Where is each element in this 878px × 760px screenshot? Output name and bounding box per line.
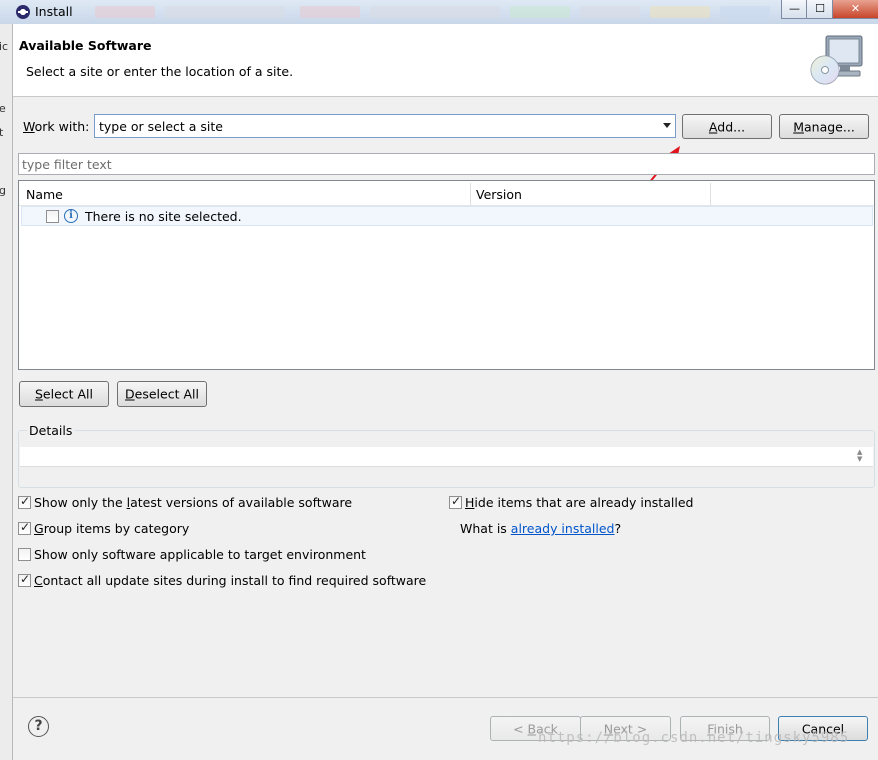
label-text: Show only the xyxy=(34,495,127,510)
mnemonic: H xyxy=(465,495,475,510)
label-text: roup items by category xyxy=(43,521,190,536)
blurred-background xyxy=(95,6,155,18)
filter-placeholder: type filter text xyxy=(22,157,112,172)
minimize-button[interactable]: — xyxy=(781,0,808,19)
label-text: ork with: xyxy=(34,119,90,134)
option-label: Show only the latest versions of availab… xyxy=(34,495,352,510)
row-label: There is no site selected. xyxy=(85,209,242,224)
help-icon[interactable]: ? xyxy=(28,716,49,737)
manage-button[interactable]: Manage... xyxy=(779,114,869,139)
add-button-label: Add... xyxy=(683,119,771,134)
site-combo[interactable]: type or select a site xyxy=(94,114,676,138)
option-checkbox[interactable] xyxy=(18,494,31,509)
close-button[interactable]: ✕ xyxy=(832,0,878,19)
blurred-background xyxy=(510,6,570,18)
edge-text: ic xyxy=(0,40,9,53)
label-text: ide items that are already installed xyxy=(474,495,694,510)
option-latest-versions[interactable]: Show only the latest versions of availab… xyxy=(18,494,438,511)
column-divider[interactable] xyxy=(470,183,471,205)
close-icon: ✕ xyxy=(850,2,861,15)
spinner-arrows-icon[interactable]: ▲ ▼ xyxy=(857,449,862,463)
option-target-environment[interactable]: Show only software applicable to target … xyxy=(18,547,438,563)
what-is-installed-text: What is already installed? xyxy=(460,521,621,536)
watermark-text: https://blog.csdn.net/tingsky5985 xyxy=(538,730,850,746)
label-text: elect All xyxy=(42,386,94,402)
site-combo-value: type or select a site xyxy=(99,119,223,134)
option-checkbox[interactable] xyxy=(18,520,31,535)
edge-text: t xyxy=(0,126,4,139)
label-text: < xyxy=(513,721,528,736)
minimize-icon: — xyxy=(789,2,800,15)
software-tree[interactable]: Name Version i There is no site selected… xyxy=(18,180,875,370)
label-text: ontact all update sites during install t… xyxy=(42,573,427,588)
page-title: Available Software xyxy=(19,38,152,53)
mnemonic: S xyxy=(34,386,43,402)
cd-monitor-icon xyxy=(810,35,863,85)
row-checkbox[interactable] xyxy=(46,210,59,223)
page-description: Select a site or enter the location of a… xyxy=(26,64,294,79)
manage-button-label: Manage... xyxy=(780,119,868,134)
maximize-button[interactable]: ☐ xyxy=(806,0,834,19)
label-text: dd... xyxy=(717,119,746,134)
mnemonic: D xyxy=(125,386,135,402)
edge-text: g xyxy=(0,184,6,197)
option-group-by-category[interactable]: Group items by category xyxy=(18,520,438,537)
option-label: Group items by category xyxy=(34,521,189,536)
label-text: eselect All xyxy=(134,386,199,402)
option-checkbox[interactable] xyxy=(449,494,462,509)
blurred-background xyxy=(165,6,285,18)
option-label: Hide items that are already installed xyxy=(465,495,693,510)
column-divider[interactable] xyxy=(710,183,711,205)
label-text: atest versions of available software xyxy=(130,495,353,510)
label-text: anage... xyxy=(804,119,855,134)
edge-text: e xyxy=(0,102,6,115)
chevron-down-icon[interactable] xyxy=(663,123,671,128)
deselect-all-button[interactable]: Deselect All xyxy=(117,381,207,407)
maximize-icon: ☐ xyxy=(815,2,825,15)
option-label: Show only software applicable to target … xyxy=(34,547,366,562)
blurred-background xyxy=(370,6,500,18)
tree-row[interactable]: i There is no site selected. xyxy=(21,206,873,226)
details-text-area[interactable] xyxy=(20,447,873,467)
mnemonic: M xyxy=(793,119,804,134)
mnemonic: B xyxy=(527,721,537,736)
title-bar[interactable]: Install — ☐ ✕ xyxy=(0,0,878,24)
label-text: What is xyxy=(460,521,511,536)
option-hide-installed[interactable]: Hide items that are already installed xyxy=(449,494,869,511)
details-label: Details xyxy=(27,423,75,438)
select-all-label: Select All xyxy=(20,387,108,402)
already-installed-link[interactable]: already installed xyxy=(511,521,615,536)
mnemonic: G xyxy=(34,521,44,536)
blurred-background xyxy=(720,6,770,18)
header-banner: Available Software Select a site or ente… xyxy=(13,24,878,97)
eclipse-logo-icon xyxy=(16,5,30,19)
option-checkbox[interactable] xyxy=(18,548,31,561)
footer-divider xyxy=(13,697,878,698)
deselect-all-label: Deselect All xyxy=(118,387,206,402)
column-header-version[interactable]: Version xyxy=(476,187,522,202)
label-text: Show only software applicable to target … xyxy=(34,547,366,562)
work-with-label: Work with: xyxy=(23,119,89,134)
column-header-name[interactable]: Name xyxy=(26,187,63,202)
option-checkbox[interactable] xyxy=(18,572,31,587)
filter-input[interactable]: type filter text xyxy=(18,153,875,175)
tree-header: Name Version xyxy=(19,181,874,206)
option-contact-update-sites[interactable]: Contact all update sites during install … xyxy=(18,572,438,589)
blurred-background xyxy=(580,6,640,18)
info-icon: i xyxy=(64,209,78,223)
background-window-edge: ic e t g xyxy=(0,24,13,760)
mnemonic: C xyxy=(34,573,43,588)
select-all-button[interactable]: Select All xyxy=(19,381,109,407)
install-dialog: Install — ☐ ✕ ic e t g Available Softwar… xyxy=(0,0,878,760)
label-text: ? xyxy=(614,521,622,536)
window-title: Install xyxy=(35,4,73,19)
option-label: Contact all update sites during install … xyxy=(34,573,426,588)
mnemonic: A xyxy=(708,119,718,134)
blurred-background xyxy=(650,6,710,18)
mnemonic: W xyxy=(23,119,35,134)
add-button[interactable]: Add... xyxy=(682,114,772,139)
blurred-background xyxy=(300,6,360,18)
